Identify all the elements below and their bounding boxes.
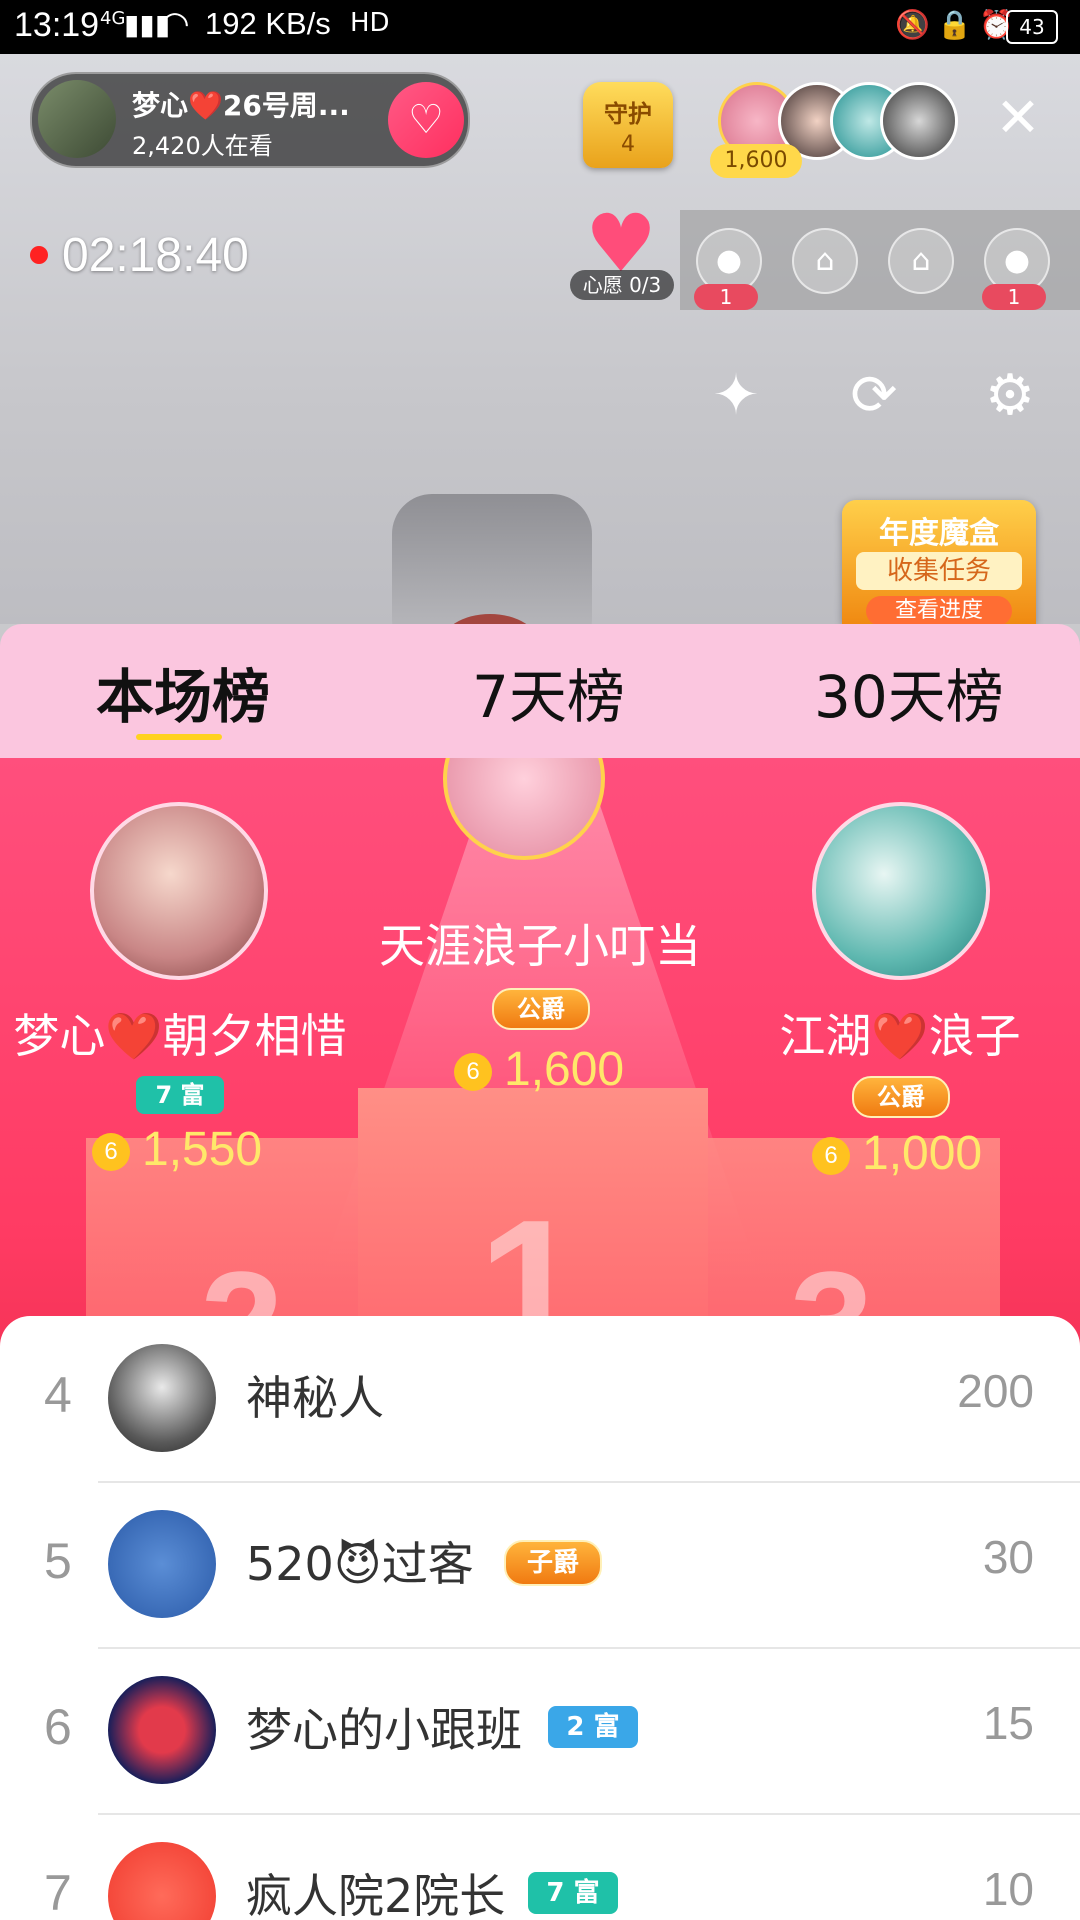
rank3-name: 江湖❤️浪子 — [779, 1009, 1021, 1063]
row-rank: 6 — [44, 1699, 72, 1755]
magic-wand-icon[interactable]: ✦ — [700, 360, 772, 432]
empty-seat-icon[interactable]: ⌂ — [792, 228, 858, 294]
host-avatar[interactable] — [38, 80, 116, 158]
annual-magic-box[interactable]: 年度魔盒 收集任务 查看进度 — [842, 500, 1036, 626]
rank3-badge: 公爵 — [852, 1076, 950, 1118]
empty-seat-icon[interactable]: ⌂ — [888, 228, 954, 294]
seat-badge: 1 — [982, 284, 1046, 310]
host-info-bar[interactable]: 梦心❤️26号周... 2,420人在看 ♡ — [30, 72, 470, 168]
ranking-list: 4 神秘人 200 5 520😈过客 子爵 30 6 梦心的小跟班 2 富 15… — [0, 1316, 1080, 1920]
follow-heart-button[interactable]: ♡ — [388, 82, 464, 158]
coin-icon: 6 — [454, 1053, 492, 1092]
rank3-coins: 6 1,000 — [812, 1126, 982, 1181]
status-bar: 13:19 4G ▮▮▮ ◠ 192 KB/s HD 🔕 🔒 ⏰ 43 — [0, 0, 1080, 54]
row-score: 10 — [982, 1863, 1034, 1915]
row-rank: 5 — [44, 1533, 72, 1589]
row-avatar[interactable] — [108, 1344, 216, 1452]
rank1-name: 天涯浪子小叮当 — [379, 919, 701, 973]
row-score: 200 — [957, 1365, 1034, 1417]
rank1-coins: 6 1,600 — [454, 1042, 624, 1097]
status-time: 13:19 — [14, 6, 100, 44]
row-name: 疯人院2院长 — [246, 1869, 506, 1920]
row-rank: 4 — [44, 1367, 72, 1423]
tab-this-session[interactable]: 本场榜 — [96, 650, 270, 734]
rank3-coins-value: 1,000 — [862, 1127, 983, 1180]
notification-muted-icon: 🔕 — [895, 8, 930, 41]
row-score: 30 — [982, 1531, 1034, 1583]
coin-icon: 6 — [812, 1137, 850, 1176]
ranking-sheet: 本场榜 7天榜 30天榜 1 2 3 天涯浪子小叮当 公爵 61,600 梦心❤… — [0, 624, 1080, 1920]
list-item[interactable]: 7 疯人院2院长 7 富 10 — [0, 1814, 1080, 1920]
guest-seats: ● 1 ⌂ ⌂ ● 1 — [680, 210, 1080, 310]
guard-count: 4 — [621, 132, 635, 157]
row-badge: 子爵 — [504, 1540, 602, 1586]
top-viewer-avatar[interactable] — [880, 82, 958, 160]
list-item[interactable]: 6 梦心的小跟班 2 富 15 — [0, 1648, 1080, 1813]
row-badge: 2 富 — [548, 1706, 638, 1748]
rank1-coins-value: 1,600 — [504, 1043, 625, 1096]
top-viewer-coins: 1,600 — [710, 144, 802, 178]
magic-box-subtitle: 收集任务 — [856, 552, 1022, 590]
row-score: 15 — [982, 1697, 1034, 1749]
wifi-icon: ◠ — [160, 4, 190, 44]
network-speed: 192 KB/s — [205, 6, 331, 41]
rank2-coins-value: 1,550 — [142, 1123, 263, 1176]
recording-dot — [30, 246, 48, 264]
viewer-count: 2,420人在看 — [132, 132, 273, 160]
rank3-avatar[interactable] — [812, 802, 990, 980]
rank2-badge: 7 富 — [136, 1076, 224, 1114]
row-avatar[interactable] — [108, 1676, 216, 1784]
row-avatar[interactable] — [108, 1510, 216, 1618]
live-timer: 02:18:40 — [62, 229, 249, 282]
seat-badge: 1 — [694, 284, 758, 310]
deer-decoration — [392, 494, 592, 624]
rank2-name: 梦心❤️朝夕相惜 — [13, 1009, 347, 1063]
rank2-avatar[interactable] — [90, 802, 268, 980]
battery-icon: 43 — [1006, 10, 1058, 44]
lock-icon: 🔒 — [937, 8, 972, 41]
row-name: 梦心的小跟班 — [246, 1703, 522, 1757]
row-name: 520😈过客 — [246, 1537, 474, 1591]
row-badge: 7 富 — [528, 1872, 618, 1914]
list-item[interactable]: 5 520😈过客 子爵 30 — [0, 1482, 1080, 1647]
coin-icon: 6 — [92, 1133, 130, 1172]
magic-box-button[interactable]: 查看进度 — [866, 596, 1012, 626]
wish-progress: 心愿 0/3 — [570, 270, 674, 300]
settings-gear-icon[interactable]: ⚙ — [974, 360, 1046, 432]
ranking-tabs: 本场榜 7天榜 30天榜 — [0, 624, 1080, 758]
tab-30-days[interactable]: 30天榜 — [814, 650, 1004, 734]
signal-label: 4G — [100, 8, 126, 29]
row-rank: 7 — [44, 1865, 72, 1920]
host-name: 梦心❤️26号周... — [132, 89, 350, 122]
camera-flip-icon[interactable]: ⟳ — [838, 360, 910, 432]
tab-7-days[interactable]: 7天榜 — [472, 650, 625, 734]
rank2-coins: 6 1,550 — [92, 1122, 262, 1177]
rank1-badge: 公爵 — [492, 988, 590, 1030]
magic-box-title: 年度魔盒 — [879, 516, 999, 551]
hd-icon: HD — [350, 8, 390, 38]
tab-indicator — [136, 734, 222, 740]
row-name: 神秘人 — [246, 1371, 384, 1425]
guard-label: 守护 — [604, 100, 652, 128]
row-avatar[interactable] — [108, 1842, 216, 1920]
list-item[interactable]: 4 神秘人 200 — [0, 1316, 1080, 1481]
guard-badge[interactable]: 守护 4 — [583, 82, 673, 168]
close-icon[interactable]: ✕ — [988, 88, 1048, 148]
